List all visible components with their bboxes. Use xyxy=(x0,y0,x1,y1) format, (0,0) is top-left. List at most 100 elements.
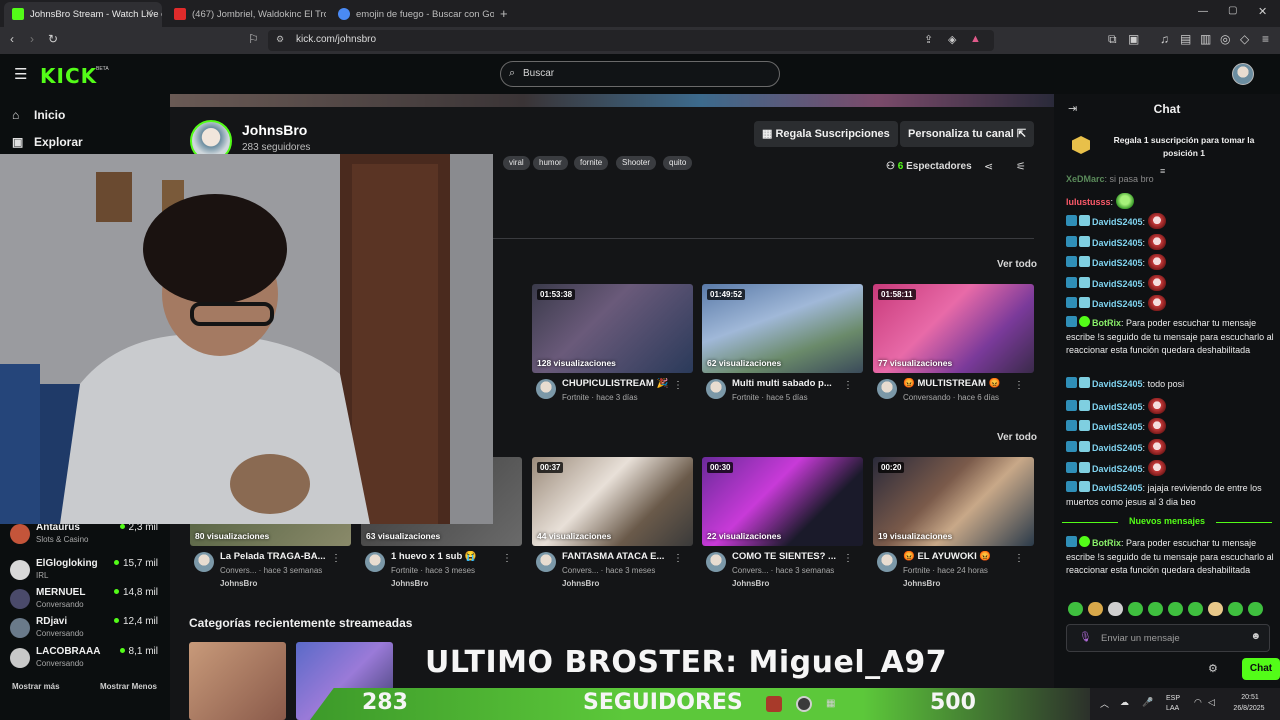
browser-tab-bar: JohnsBro Stream - Watch Live on ✕ (467) … xyxy=(0,0,1280,27)
extensions-icon[interactable]: ⧉ xyxy=(1108,32,1117,47)
minimize-icon[interactable]: — xyxy=(1198,6,1208,17)
sidebar-channel[interactable]: Antaurus Slots & Casino 2,3 mil xyxy=(10,522,162,550)
avatar xyxy=(10,560,30,580)
rewards-icon[interactable]: ▲ xyxy=(970,33,981,45)
sidebar-channel[interactable]: MERNUEL Conversando 14,8 mil xyxy=(10,587,162,615)
video-card[interactable]: 01:49:52 62 visualizaciones Multi multi … xyxy=(702,284,863,409)
gift-leaderboard-banner[interactable]: Regala 1 suscripción para tomar la posic… xyxy=(1060,124,1274,164)
close-window-icon[interactable]: ✕ xyxy=(1258,5,1267,18)
send-chat-button[interactable]: Chat xyxy=(1242,658,1280,680)
shield-icon[interactable]: ◈ xyxy=(948,33,956,46)
kick-logo[interactable]: KICK xyxy=(40,64,97,88)
settings-icon[interactable]: ⚟ xyxy=(1016,160,1026,173)
tag-chip[interactable]: fornite xyxy=(574,156,609,170)
search-input[interactable]: ⌕ Buscar xyxy=(500,61,780,87)
sidebar-item-inicio[interactable]: ⌂ Inicio xyxy=(12,108,65,122)
video-thumbnail[interactable]: 01:58:11 77 visualizaciones xyxy=(873,284,1034,373)
chat-title: Chat xyxy=(1153,102,1181,116)
video-card[interactable]: 01:53:38 128 visualizaciones CHUPICULIST… xyxy=(532,284,693,409)
more-options-icon[interactable]: ⋮ xyxy=(843,553,853,564)
viewer-count: ⚇ 6 Espectadores xyxy=(886,161,972,172)
bookmark-icon[interactable]: ⚐ xyxy=(248,32,259,46)
forward-icon[interactable]: › xyxy=(30,32,34,46)
customize-channel-button[interactable]: Personaliza tu canal ⇱ xyxy=(900,121,1035,147)
video-card[interactable]: 00:20 19 visualizaciones 😡 EL AYUWOKI 😡 … xyxy=(873,457,1034,588)
share-icon[interactable]: ⇪ xyxy=(924,33,933,46)
wifi-icon[interactable]: ◠ xyxy=(1194,697,1202,708)
show-less-button[interactable]: Mostrar Menos xyxy=(100,682,157,691)
volume-icon[interactable]: ◁ xyxy=(1208,697,1215,708)
emote-icon xyxy=(1088,602,1103,616)
more-options-icon[interactable]: ⋮ xyxy=(1014,380,1024,391)
video-thumbnail[interactable]: 00:20 19 visualizaciones xyxy=(873,457,1034,546)
leo-icon[interactable]: ◎ xyxy=(1220,32,1230,46)
tab-johnsbro[interactable]: JohnsBro Stream - Watch Live on ✕ xyxy=(4,2,162,27)
tag-chip[interactable]: quito xyxy=(663,156,693,170)
show-more-button[interactable]: Mostrar más xyxy=(12,682,60,691)
sidebar-toggle-icon[interactable]: ▤ xyxy=(1180,32,1191,46)
tab-google[interactable]: emojin de fuego - Buscar con Google xyxy=(330,2,494,27)
microphone-icon[interactable]: 🎙 xyxy=(1079,632,1092,643)
app-grid-icon[interactable]: ▦ xyxy=(826,698,835,709)
more-options-icon[interactable]: ⋮ xyxy=(673,380,683,391)
video-card[interactable]: 00:37 44 visualizaciones FANTASMA ATACA … xyxy=(532,457,693,588)
emoji-picker-icon[interactable]: ☻ xyxy=(1250,631,1261,642)
see-all-link[interactable]: Ver todo xyxy=(997,432,1037,443)
more-options-icon[interactable]: ⋮ xyxy=(331,553,341,564)
gift-subscriptions-button[interactable]: ▦ Regala Suscripciones xyxy=(754,121,898,147)
category-card[interactable] xyxy=(189,642,286,720)
tray-expand-icon[interactable]: ︿ xyxy=(1100,697,1109,710)
clock-time[interactable]: 20:51 xyxy=(1232,694,1268,701)
reader-icon[interactable]: ▣ xyxy=(1128,32,1139,46)
clock-date[interactable]: 26/8/2025 xyxy=(1226,705,1272,712)
hamburger-menu-icon[interactable]: ☰ xyxy=(14,65,27,83)
reload-icon[interactable]: ↻ xyxy=(48,32,58,46)
menu-icon[interactable]: ≡ xyxy=(1262,32,1269,46)
sidebar-channel[interactable]: LACOBRAAA Conversando 8,1 mil xyxy=(10,646,162,674)
sidebar-channel[interactable]: ElGlogloking IRL 15,7 mil xyxy=(10,558,162,586)
tag-chip[interactable]: humor xyxy=(533,156,568,170)
chat-settings-icon[interactable]: ⚙ xyxy=(1208,662,1218,675)
emote-icon xyxy=(1147,418,1166,434)
quick-emotes[interactable] xyxy=(1068,602,1268,618)
vpn-icon[interactable]: ◇ xyxy=(1240,32,1249,46)
user-avatar[interactable] xyxy=(1232,63,1254,85)
see-all-link[interactable]: Ver todo xyxy=(997,259,1037,270)
emote-icon xyxy=(1068,602,1083,616)
video-thumbnail[interactable]: 00:30 22 visualizaciones xyxy=(702,457,863,546)
more-options-icon[interactable]: ⋮ xyxy=(1014,553,1024,564)
site-info-icon[interactable]: ⚙ xyxy=(276,34,284,45)
music-icon[interactable]: ♫ xyxy=(1160,32,1169,46)
back-icon[interactable]: ‹ xyxy=(10,32,14,46)
avatar xyxy=(194,552,214,572)
more-options-icon[interactable]: ⋮ xyxy=(673,553,683,564)
chat-message-input[interactable]: 🎙 Enviar un mensaje ☻ xyxy=(1066,624,1270,652)
obs-taskbar-icon[interactable] xyxy=(796,696,812,712)
video-card[interactable]: 00:30 22 visualizaciones COMO TE SIENTES… xyxy=(702,457,863,588)
brave-taskbar-icon[interactable] xyxy=(766,696,782,712)
share-icon[interactable]: ⋖ xyxy=(984,160,993,173)
video-thumbnail[interactable]: 01:49:52 62 visualizaciones xyxy=(702,284,863,373)
emote-icon xyxy=(1115,193,1134,209)
video-thumbnail[interactable]: 01:53:38 128 visualizaciones xyxy=(532,284,693,373)
close-tab-icon[interactable]: ✕ xyxy=(145,2,154,27)
more-options-icon[interactable]: ⋮ xyxy=(843,380,853,391)
wallet-icon[interactable]: ▥ xyxy=(1200,32,1211,46)
video-card[interactable]: 01:58:11 77 visualizaciones 😡 MULTISTREA… xyxy=(873,284,1034,409)
url-field[interactable]: ⚙ kick.com/johnsbro ⇪ ◈ ▲ xyxy=(268,30,994,51)
video-thumbnail[interactable]: 00:37 44 visualizaciones xyxy=(532,457,693,546)
chat-message: XeDMarc: si pasa bro xyxy=(1066,174,1154,184)
more-options-icon[interactable]: ⋮ xyxy=(502,553,512,564)
tab-youtube[interactable]: (467) Jombriel, Waldokinc El Troy xyxy=(166,2,326,27)
sidebar-channel[interactable]: RDjavi Conversando 12,4 mil xyxy=(10,616,162,644)
explore-icon: ▣ xyxy=(12,135,24,149)
avatar xyxy=(536,552,556,572)
tag-chip[interactable]: Shooter xyxy=(616,156,657,170)
cloud-icon[interactable]: ☁ xyxy=(1120,697,1129,708)
new-tab-button[interactable]: + xyxy=(500,6,508,21)
tag-chip[interactable]: viral xyxy=(503,156,530,170)
maximize-icon[interactable]: ▢ xyxy=(1228,5,1237,16)
avatar xyxy=(10,618,30,638)
microphone-tray-icon[interactable]: 🎤 xyxy=(1142,697,1153,708)
sidebar-item-explorar[interactable]: ▣ Explorar xyxy=(12,135,83,149)
